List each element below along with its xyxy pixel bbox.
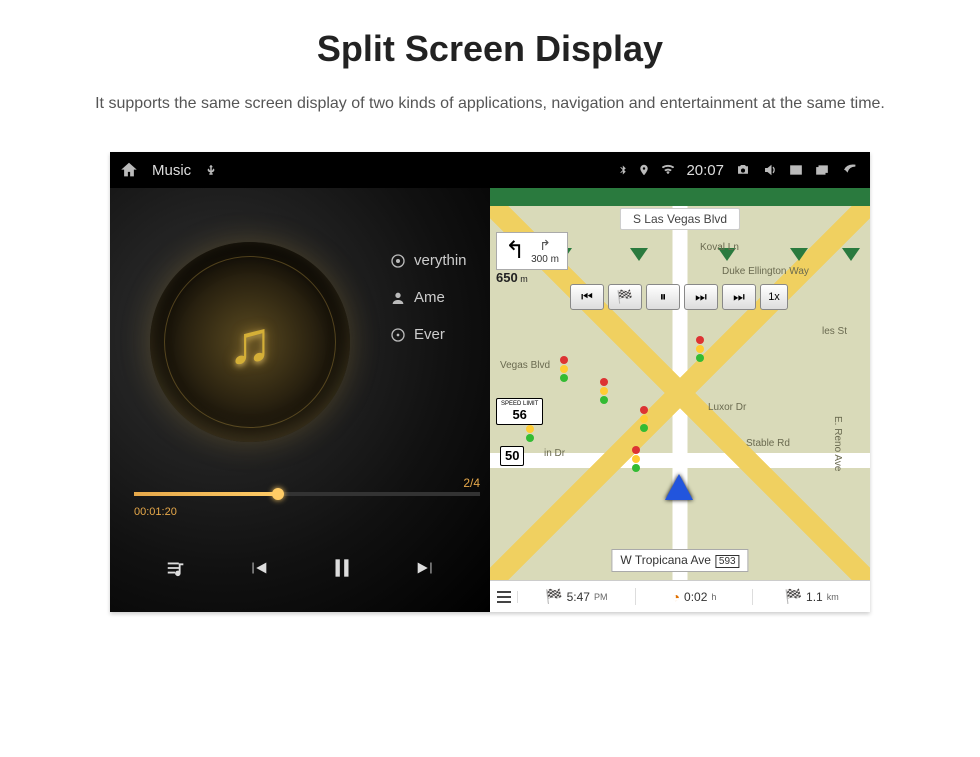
track-album: Ever [414, 326, 445, 343]
target-icon [390, 253, 406, 269]
traffic-light-icon [632, 446, 642, 472]
prev-track-icon[interactable] [246, 557, 272, 584]
device-frame: Music 20:07 [110, 152, 870, 612]
wifi-icon [660, 164, 676, 176]
route-pause-button[interactable]: ⏸ [646, 284, 680, 310]
turn-left-icon: ↰ [505, 239, 525, 263]
lane-arrow-icon [630, 248, 648, 261]
map-road-label: les St [822, 326, 847, 337]
flag-icon: 🏁 [785, 588, 802, 605]
track-counter: 2/4 [463, 476, 480, 490]
nav-bottom-bar: 🏁 5:47PM ◔ 0:02h 🏁 1.1km [490, 580, 870, 612]
traffic-light-icon [696, 336, 706, 362]
track-row[interactable]: Ame [390, 289, 467, 306]
usb-icon [205, 162, 217, 178]
track-title: verythin [414, 252, 467, 269]
speed-limit-sign: SPEED LIMIT 56 [496, 398, 543, 425]
map-road-label: Duke Ellington Way [722, 266, 809, 277]
music-controls [110, 555, 490, 586]
recents-icon[interactable] [814, 163, 830, 177]
clock: 20:07 [686, 162, 724, 179]
map-road-label: Vegas Blvd [500, 360, 550, 371]
page-title: Split Screen Display [0, 28, 980, 70]
turn-right-icon: ↱ [539, 237, 551, 254]
camera-icon[interactable] [734, 163, 752, 177]
lane-arrow-icon [790, 248, 808, 261]
traffic-light-icon [600, 378, 610, 404]
music-panel: ♫ verythin Ame Ever 2/4 00:01:20 [110, 152, 490, 612]
map-road-label: Stable Rd [746, 438, 790, 449]
route-next-button[interactable]: ⏭ [684, 284, 718, 310]
track-list: verythin Ame Ever [390, 252, 467, 363]
route-end-button[interactable]: ⏭ [722, 284, 756, 310]
current-app-label: Music [152, 162, 191, 179]
bluetooth-icon [618, 163, 628, 177]
traffic-light-icon [560, 356, 570, 382]
back-icon[interactable] [840, 162, 860, 178]
speed-sign: 50 [500, 446, 524, 466]
music-note-icon: ♫ [228, 308, 273, 377]
nav-remaining-time: ◔ 0:02h [636, 589, 754, 605]
nav-top-green-bar [490, 188, 870, 206]
location-icon [638, 163, 650, 177]
disc-icon [390, 327, 406, 343]
home-icon[interactable] [120, 161, 138, 179]
traffic-light-icon [640, 406, 650, 432]
navigation-panel: Koval Ln Duke Ellington Way les St Vegas… [490, 152, 870, 612]
playlist-icon[interactable] [163, 557, 189, 584]
person-icon [390, 290, 406, 306]
status-bar: Music 20:07 [110, 152, 870, 188]
time-elapsed: 00:01:20 [134, 506, 177, 518]
track-row[interactable]: Ever [390, 326, 467, 343]
track-artist: Ame [414, 289, 445, 306]
turn-instruction: ↰ ↱ 300 m [496, 232, 568, 270]
menu-icon[interactable] [490, 591, 518, 603]
nav-eta: 🏁 5:47PM [518, 588, 636, 605]
album-art: ♫ [150, 242, 350, 442]
road-name-bottom: W Tropicana Ave593 [611, 549, 748, 572]
route-flag-button[interactable]: 🏁 [608, 284, 642, 310]
next-track-icon[interactable] [412, 557, 438, 584]
route-speed-button[interactable]: 1x [760, 284, 788, 310]
map-road-label: in Dr [544, 448, 565, 459]
route-playback-bar: ⏮ 🏁 ⏸ ⏭ ⏭ 1x [570, 284, 788, 310]
flag-icon: 🏁 [545, 588, 562, 605]
nav-remaining-distance: 🏁 1.1km [753, 588, 870, 605]
progress-track[interactable] [134, 492, 480, 496]
turn-distance: 650 m [496, 270, 528, 285]
map-road-label: Luxor Dr [708, 402, 746, 413]
pause-icon[interactable] [329, 555, 355, 586]
speaker-icon[interactable] [762, 163, 778, 177]
vehicle-cursor-icon [665, 474, 693, 500]
progress-fill [134, 492, 279, 496]
close-window-icon[interactable] [788, 163, 804, 177]
clock-orange-icon: ◔ [672, 589, 680, 605]
road-name-top: S Las Vegas Blvd [620, 208, 740, 230]
lane-arrow-icon [842, 248, 860, 261]
map-road-label: Koval Ln [700, 242, 739, 253]
page-subtitle: It supports the same screen display of t… [80, 92, 900, 116]
map-road-label: E. Reno Ave [832, 416, 843, 471]
track-row[interactable]: verythin [390, 252, 467, 269]
route-prev-button[interactable]: ⏮ [570, 284, 604, 310]
